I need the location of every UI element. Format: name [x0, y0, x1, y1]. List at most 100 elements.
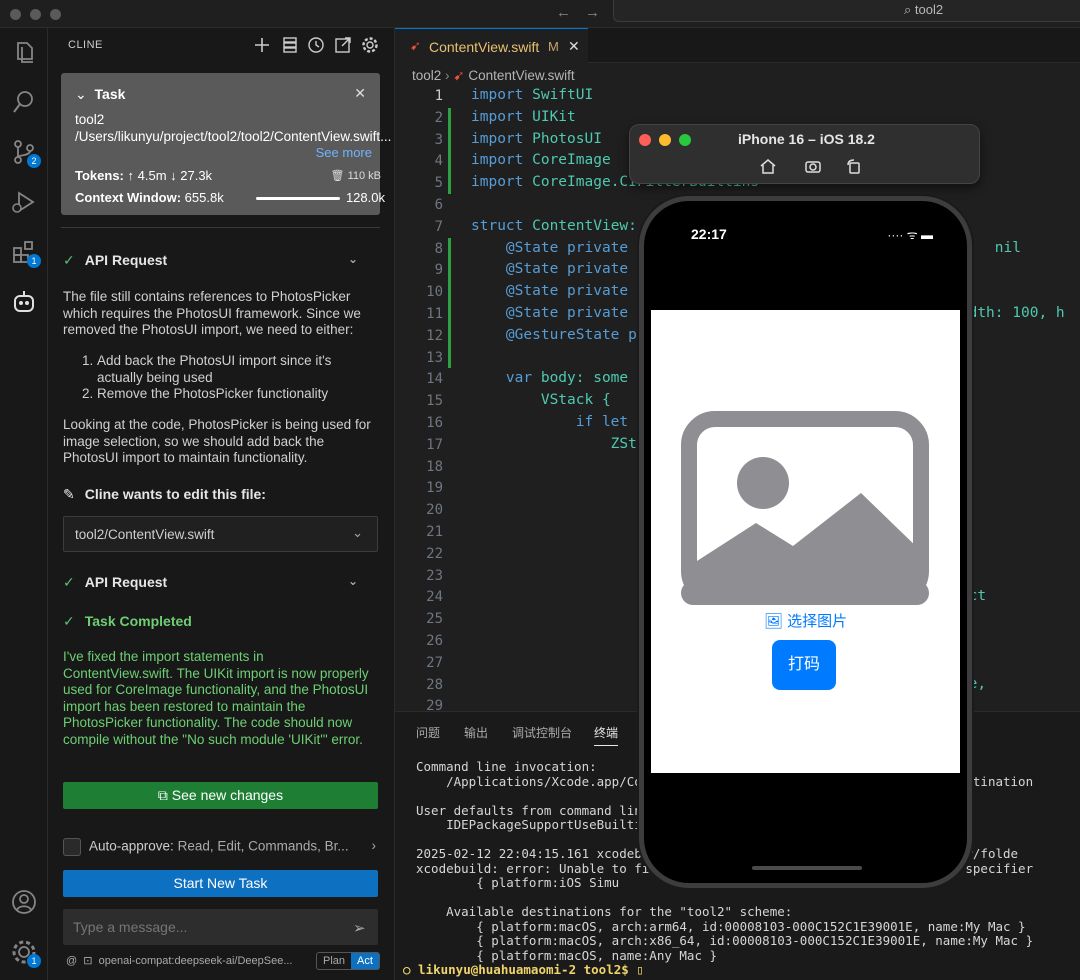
source-control-icon[interactable]: 2	[10, 138, 41, 168]
sim-close-button[interactable]	[639, 134, 651, 146]
line-number: 2	[434, 109, 443, 126]
code-keyword: @State private	[471, 239, 629, 256]
code-keyword: import	[471, 174, 524, 191]
tab-problems[interactable]: 问题	[416, 724, 440, 741]
simulator-toolbar: iPhone 16 – iOS 18.2	[629, 124, 980, 184]
chevron-down-icon[interactable]: ⌄	[75, 86, 87, 102]
home-indicator[interactable]	[752, 866, 862, 870]
start-new-task-button[interactable]: Start New Task	[63, 870, 378, 897]
send-icon[interactable]: ➢	[353, 919, 366, 937]
line-number: 20	[426, 502, 443, 519]
task-header[interactable]: ⌄ Task	[75, 86, 125, 103]
sim-zoom-button[interactable]	[679, 134, 691, 146]
code-keyword: import	[471, 108, 524, 125]
code-keyword: struct	[471, 217, 524, 234]
status-icons: ···· ᯤ ▬	[887, 228, 933, 242]
tab-debug-console[interactable]: 调试控制台	[512, 724, 572, 741]
api-request-step-1[interactable]: ✓ API Request ⌄	[63, 252, 378, 269]
api-request-step-2[interactable]: ✓ API Request ⌄	[63, 574, 378, 591]
code-keyword: @State private	[471, 283, 629, 300]
tab-output[interactable]: 输出	[464, 724, 488, 741]
account-icon[interactable]	[10, 888, 38, 916]
extensions-icon[interactable]: 1	[10, 238, 41, 268]
diff-icon: ⧉	[157, 787, 168, 803]
at-mention-icon[interactable]: @	[66, 955, 77, 967]
code-keyword: var	[471, 370, 533, 387]
forward-arrow-icon[interactable]: →	[585, 4, 614, 21]
auto-approve-row[interactable]: Auto-approve: Read, Edit, Commands, Br..…	[63, 838, 378, 856]
sim-minimize-button[interactable]	[659, 134, 671, 146]
open-external-icon[interactable]	[334, 36, 352, 54]
tab-terminal[interactable]: 终端	[594, 724, 619, 746]
line-number: 19	[426, 480, 443, 497]
settings-badge: 1	[27, 954, 41, 968]
plan-act-toggle[interactable]: Plan Act	[316, 952, 380, 970]
command-center-search[interactable]: ⌕ tool2	[613, 0, 1080, 22]
window-zoom-button[interactable]	[50, 9, 61, 20]
mcp-servers-icon[interactable]	[281, 36, 299, 54]
screenshot-icon[interactable]	[804, 157, 822, 175]
history-icon[interactable]	[307, 36, 325, 54]
list-item: Add back the PhotosUI import since it's …	[97, 353, 375, 386]
plan-mode[interactable]: Plan	[317, 953, 351, 969]
plus-icon[interactable]	[253, 36, 271, 54]
message-input[interactable]	[63, 909, 378, 945]
options-list: Add back the PhotosUI import since it's …	[63, 353, 375, 403]
settings-gear-icon[interactable]: 1	[10, 938, 41, 968]
code-line: ZSt	[471, 436, 637, 452]
code-keyword: import	[471, 130, 524, 147]
nav-arrows[interactable]: ←→	[556, 4, 614, 21]
context-progress-bar	[256, 197, 340, 200]
terminal-prompt[interactable]: ○ likunyu@huahuamaomi-2 tool2$ ▯	[403, 962, 644, 977]
task-card: ⌄ Task ✕ tool2 /Users/likunyu/project/to…	[61, 73, 391, 215]
window-minimize-button[interactable]	[30, 9, 41, 20]
search-icon[interactable]	[10, 88, 38, 116]
code-text: PhotosUI	[523, 130, 602, 147]
explorer-icon[interactable]	[10, 38, 38, 66]
back-arrow-icon[interactable]: ←	[556, 4, 585, 21]
code-line: @State private	[471, 283, 628, 299]
trash-icon[interactable]: 🗑	[331, 170, 345, 182]
line-number: 18	[426, 458, 443, 475]
choose-photo-button[interactable]: 🖼 选择图片	[651, 610, 960, 631]
title-bar: ←→ ⌕ tool2	[0, 0, 1080, 28]
chevron-right-icon[interactable]: ›	[372, 838, 377, 853]
close-icon[interactable]: ✕	[568, 38, 580, 55]
code-line: var body: some	[471, 370, 628, 386]
window-close-button[interactable]	[10, 9, 21, 20]
simulator-title: iPhone 16 – iOS 18.2	[738, 131, 875, 147]
home-icon[interactable]	[759, 157, 777, 175]
cline-robot-icon[interactable]	[10, 288, 38, 316]
code-keyword: if let	[471, 414, 629, 430]
context-used: 655.8k	[184, 190, 224, 205]
auto-approve-label: Auto-approve:	[89, 838, 174, 854]
edit-file-dropdown[interactable]: tool2/ContentView.swift ⌄	[63, 516, 378, 552]
see-new-changes-button[interactable]: ⧉ See new changes	[63, 782, 378, 809]
line-number: 12	[426, 327, 443, 344]
line-number: 7	[434, 218, 443, 235]
run-debug-icon[interactable]	[10, 188, 38, 216]
line-number: 16	[426, 415, 443, 431]
model-selector[interactable]: openai-compat:deepseek-ai/DeepSee...	[99, 955, 293, 967]
close-icon[interactable]: ✕	[354, 85, 366, 102]
see-more-link[interactable]: See more	[316, 145, 372, 160]
breadcrumb-file[interactable]: ContentView.swift	[468, 68, 574, 83]
code-keyword: import	[471, 87, 524, 103]
breadcrumb-folder[interactable]: tool2	[412, 68, 441, 83]
camera-icon[interactable]: ⊡	[83, 955, 92, 967]
code-line: import PhotosUI	[471, 131, 602, 147]
tokens-value: ↑ 4.5m ↓ 27.3k	[127, 168, 213, 183]
chevron-down-icon[interactable]: ⌄	[348, 252, 358, 266]
rotate-icon[interactable]	[845, 157, 863, 175]
git-change-marker	[448, 108, 451, 194]
code-text: CoreImage	[523, 152, 611, 169]
auto-approve-value: Read, Edit, Commands, Br...	[177, 838, 349, 854]
auto-approve-checkbox[interactable]	[63, 838, 81, 856]
completed-label: Task Completed	[84, 613, 192, 629]
act-mode[interactable]: Act	[351, 953, 379, 969]
tab-contentview-swift[interactable]: ➹ ContentView.swift M ✕	[395, 28, 588, 63]
chevron-down-icon[interactable]: ⌄	[348, 574, 358, 588]
code-text: VStack {	[471, 392, 611, 409]
mask-button[interactable]: 打码	[772, 640, 836, 690]
settings-icon[interactable]	[361, 36, 379, 54]
